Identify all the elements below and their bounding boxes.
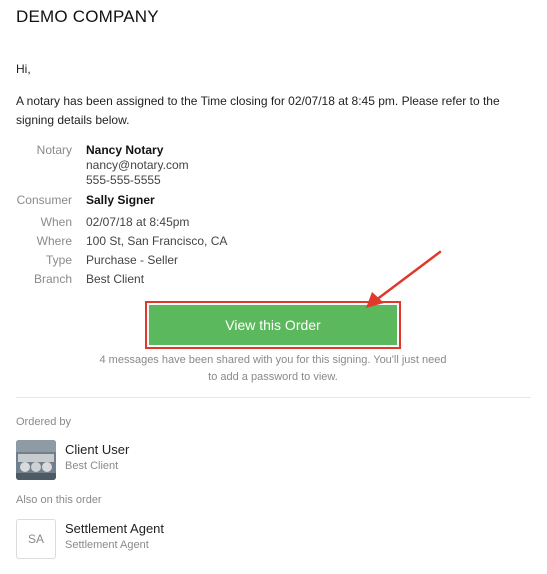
when-row: When 02/07/18 at 8:45pm (16, 213, 516, 232)
consumer-label: Consumer (16, 193, 72, 207)
avatar (16, 440, 56, 480)
ordered-by-label: Ordered by (16, 416, 72, 428)
notary-row: Notary Nancy Notary nancy@notary.com 555… (16, 143, 516, 193)
also-on-order-label: Also on this order (16, 494, 102, 506)
ordered-by-person: Client User Best Client (16, 440, 129, 480)
notary-email[interactable]: nancy@notary.com (86, 158, 189, 173)
divider (16, 397, 531, 398)
notary-phone[interactable]: 555-555-5555 (86, 173, 189, 188)
notary-info: Nancy Notary nancy@notary.com 555-555-55… (86, 143, 189, 193)
signing-details: Notary Nancy Notary nancy@notary.com 555… (16, 143, 516, 289)
cta-highlight-box: View this Order (145, 301, 401, 349)
type-row: Type Purchase - Seller (16, 251, 516, 270)
notary-label: Notary (36, 143, 72, 157)
type-label: Type (45, 253, 72, 267)
when-value: 02/07/18 at 8:45pm (86, 215, 190, 229)
avatar-initials: SA (16, 519, 56, 559)
branch-label: Branch (33, 272, 72, 286)
branch-value: Best Client (86, 272, 145, 286)
greeting: Hi, (16, 62, 31, 76)
where-row: Where 100 St, San Francisco, CA (16, 232, 516, 251)
type-value: Purchase - Seller (86, 253, 179, 267)
ordered-by-company: Best Client (65, 460, 119, 472)
ordered-by-name: Client User (65, 442, 130, 457)
shared-messages-note: 4 messages have been shared with you for… (99, 354, 447, 383)
avatar-photo-icon (16, 440, 56, 480)
company-name: DEMO COMPANY (16, 7, 159, 26)
view-order-button[interactable]: View this Order (149, 305, 397, 345)
intro-text: A notary has been assigned to the Time c… (16, 94, 500, 127)
branch-row: Branch Best Client (16, 270, 516, 289)
where-value: 100 St, San Francisco, CA (86, 234, 228, 248)
consumer-row: Consumer Sally Signer (16, 193, 516, 211)
consumer-name: Sally Signer (86, 193, 155, 207)
also-on-order-name: Settlement Agent (65, 521, 165, 536)
also-on-order-person: SA Settlement Agent Settlement Agent (16, 519, 164, 559)
when-label: When (40, 215, 72, 229)
also-on-order-role: Settlement Agent (65, 539, 149, 551)
where-label: Where (36, 234, 72, 248)
notary-name: Nancy Notary (86, 143, 164, 157)
